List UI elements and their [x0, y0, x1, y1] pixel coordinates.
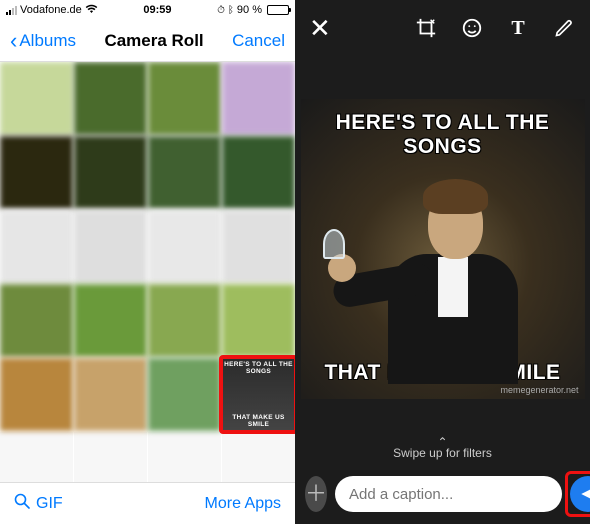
add-media-button[interactable]: ＋	[305, 476, 327, 512]
send-button[interactable]	[570, 476, 590, 512]
back-label: Albums	[19, 31, 76, 51]
swipe-hint[interactable]: ⌃ Swipe up for filters	[295, 433, 590, 468]
photo-thumb[interactable]	[74, 210, 147, 283]
photo-thumb[interactable]	[0, 358, 73, 431]
photo-thumb[interactable]	[148, 210, 221, 283]
more-apps-button[interactable]: More Apps	[205, 495, 281, 513]
gif-button[interactable]: GIF	[14, 493, 63, 514]
photo-thumb[interactable]	[222, 136, 295, 209]
photo-thumb[interactable]	[222, 210, 295, 283]
sticker-button[interactable]	[460, 16, 484, 40]
photo-thumb[interactable]	[222, 432, 295, 482]
photo-thumb[interactable]	[148, 432, 221, 482]
meme-text-top: HERE'S TO ALL THE SONGS	[309, 111, 577, 159]
photo-thumb[interactable]	[74, 284, 147, 357]
photo-thumb[interactable]	[222, 284, 295, 357]
battery-pct: 90 %	[237, 4, 262, 16]
photo-thumb-selected[interactable]: HERE'S TO ALL THE SONGS THAT MAKE US SMI…	[222, 358, 295, 431]
photo-thumb[interactable]	[148, 62, 221, 135]
photo-thumb[interactable]	[0, 284, 73, 357]
photo-thumb[interactable]	[0, 62, 73, 135]
meme-image: HERE'S TO ALL THE SONGS THAT MAKE US SMI…	[301, 99, 585, 399]
page-title: Camera Roll	[104, 31, 203, 51]
photo-thumb[interactable]	[74, 136, 147, 209]
photo-picker: Vodafone.de 09:59 ⏱ ᛒ 90 % ‹ Albums Came…	[0, 0, 295, 524]
editor-canvas[interactable]: HERE'S TO ALL THE SONGS THAT MAKE US SMI…	[295, 56, 590, 433]
status-time: 09:59	[143, 4, 171, 16]
bluetooth-icon: ᛒ	[228, 5, 234, 16]
status-left: Vodafone.de	[6, 3, 98, 17]
meme-watermark: memegenerator.net	[500, 385, 578, 395]
meme-thumb-bottom: THAT MAKE US SMILE	[224, 414, 293, 428]
close-button[interactable]: ✕	[309, 15, 331, 41]
photo-thumb[interactable]	[74, 358, 147, 431]
signal-icon	[6, 6, 17, 15]
send-wrap	[570, 476, 590, 512]
text-button[interactable]: T	[506, 16, 530, 40]
crop-button[interactable]	[414, 16, 438, 40]
status-right: ⏱ ᛒ 90 %	[217, 4, 289, 16]
photo-thumb[interactable]	[74, 432, 147, 482]
alarm-icon: ⏱	[217, 5, 225, 16]
wifi-icon	[85, 3, 98, 17]
photo-thumb[interactable]	[148, 358, 221, 431]
editor-toolbar: ✕ T	[295, 0, 590, 56]
picker-footer: GIF More Apps	[0, 482, 295, 524]
carrier-label: Vodafone.de	[20, 4, 82, 16]
meme-figure	[333, 159, 553, 379]
search-icon	[14, 493, 30, 514]
caption-bar: ＋	[295, 468, 590, 524]
photo-thumb[interactable]	[148, 136, 221, 209]
photo-thumb[interactable]	[148, 284, 221, 357]
send-icon	[579, 485, 590, 503]
back-button[interactable]: ‹ Albums	[10, 30, 76, 52]
image-editor: ✕ T HERE'S TO ALL THE SONGS THAT MAKE US…	[295, 0, 590, 524]
swipe-hint-label: Swipe up for filters	[393, 446, 492, 460]
photo-thumb[interactable]	[0, 210, 73, 283]
battery-icon	[267, 5, 289, 15]
status-bar: Vodafone.de 09:59 ⏱ ᛒ 90 %	[0, 0, 295, 20]
cancel-button[interactable]: Cancel	[232, 31, 285, 51]
caption-input[interactable]	[335, 476, 562, 512]
chevron-up-icon: ⌃	[437, 439, 447, 446]
plus-icon: ＋	[305, 483, 327, 505]
nav-bar: ‹ Albums Camera Roll Cancel	[0, 20, 295, 62]
meme-thumb-top: HERE'S TO ALL THE SONGS	[224, 361, 293, 375]
photo-thumb[interactable]	[74, 62, 147, 135]
draw-button[interactable]	[552, 16, 576, 40]
photo-grid: HERE'S TO ALL THE SONGS THAT MAKE US SMI…	[0, 62, 295, 482]
meme-thumb: HERE'S TO ALL THE SONGS THAT MAKE US SMI…	[222, 358, 295, 431]
chevron-left-icon: ‹	[10, 30, 17, 52]
photo-thumb[interactable]	[222, 62, 295, 135]
gif-label: GIF	[36, 495, 63, 513]
photo-thumb[interactable]	[0, 136, 73, 209]
editor-tools: T	[414, 16, 576, 40]
photo-thumb[interactable]	[0, 432, 73, 482]
